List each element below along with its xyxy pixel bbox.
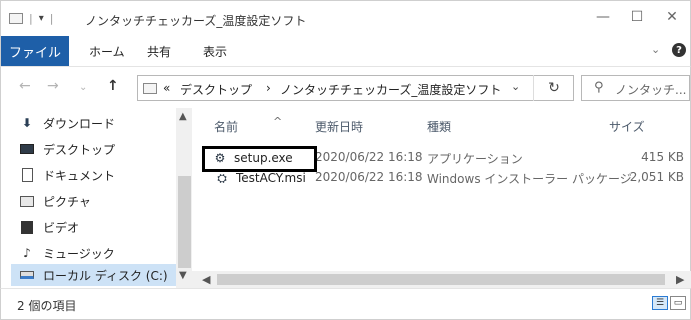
column-header-modified[interactable]: 更新日時	[315, 118, 363, 135]
music-icon: ♪	[23, 246, 31, 260]
toolbar-separator: |	[49, 12, 54, 25]
close-button[interactable]: ✕	[657, 9, 687, 25]
sort-ascending-icon: ^	[273, 115, 283, 128]
nav-item-label: ダウンロード	[43, 116, 116, 131]
nav-item-desktop[interactable]: デスクトップ	[19, 138, 115, 160]
large-icons-view-icon[interactable]: ▭	[670, 296, 686, 310]
tab-share[interactable]: 共有	[147, 43, 171, 60]
file-size: 415 KB	[641, 150, 684, 164]
nav-item-music[interactable]: ♪ ミュージック	[19, 242, 115, 264]
chevron-down-icon[interactable]: ⌄	[651, 43, 660, 56]
maximize-button[interactable]: ☐	[622, 9, 652, 25]
nav-item-pictures[interactable]: ピクチャ	[19, 190, 91, 212]
file-list: 名前 ^ 更新日時 種類 サイズ ⚙ setup.exe 2020/06/22 …	[192, 108, 691, 288]
file-modified: 2020/06/22 16:18	[315, 170, 423, 184]
breadcrumb-separator[interactable]: ›	[266, 81, 271, 95]
toolbar-separator: |	[29, 12, 33, 25]
navigation-bar: ← → ⌄ ↑ « デスクトップ › ノンタッチチェッカーズ_温度設定ソフト ⌄…	[0, 66, 691, 108]
breadcrumb-current-folder[interactable]: ノンタッチチェッカーズ_温度設定ソフト	[280, 81, 501, 98]
file-type: アプリケーション	[427, 152, 523, 166]
nav-item-documents[interactable]: ドキュメント	[19, 164, 115, 186]
search-input[interactable]: ⚲ ノンタッチ...	[581, 75, 690, 101]
video-icon	[19, 220, 35, 234]
nav-item-label: ピクチャ	[43, 194, 91, 209]
back-arrow-icon[interactable]: ←	[19, 78, 31, 94]
item-count: 2 個の項目	[17, 299, 77, 313]
file-type: Windows インストーラー パッケージ	[427, 172, 632, 186]
breadcrumb-overflow[interactable]: «	[163, 81, 170, 95]
file-name-cell[interactable]: ⛭ TestACY.msi	[214, 170, 306, 186]
column-header-label: 名前	[214, 120, 239, 134]
column-header-type[interactable]: 種類	[427, 118, 451, 135]
search-icon: ⚲	[594, 80, 604, 95]
address-dropdown-icon[interactable]: ⌄	[511, 80, 520, 93]
nav-item-downloads[interactable]: ⬇ ダウンロード	[19, 112, 115, 134]
tab-home[interactable]: ホーム	[89, 43, 125, 60]
nav-item-videos[interactable]: ビデオ	[19, 216, 79, 238]
column-header-size[interactable]: サイズ	[609, 118, 645, 135]
help-icon[interactable]: ?	[672, 43, 686, 57]
pictures-icon	[19, 194, 35, 208]
recent-locations-icon[interactable]: ⌄	[79, 82, 87, 93]
file-size: 2,051 KB	[629, 170, 684, 184]
msi-package-icon: ⛭	[217, 170, 227, 185]
column-header-name[interactable]: 名前 ^	[214, 115, 282, 135]
folder-icon	[9, 13, 23, 24]
document-icon	[19, 168, 35, 182]
desktop-icon	[19, 142, 35, 156]
local-disk-icon	[19, 268, 35, 282]
scrollbar-thumb[interactable]	[217, 274, 665, 285]
tab-view[interactable]: 表示	[203, 43, 227, 60]
nav-pane-scrollbar[interactable]: ▲ ▼	[176, 108, 193, 288]
search-placeholder: ノンタッチ...	[615, 83, 687, 97]
address-bar[interactable]: « デスクトップ › ノンタッチチェッカーズ_温度設定ソフト ⌄	[137, 75, 574, 101]
download-icon: ⬇	[21, 116, 33, 130]
folder-icon	[143, 83, 157, 94]
window-title: ノンタッチチェッカーズ_温度設定ソフト	[85, 14, 307, 28]
scrollbar-thumb[interactable]	[178, 176, 191, 268]
nav-item-label: ビデオ	[43, 220, 80, 235]
nav-item-label: ローカル ディスク (C:)	[43, 268, 168, 283]
ribbon-tabs: ファイル ホーム 共有 表示 ⌄ ?	[0, 36, 691, 66]
quick-access-toolbar: | ▾ |	[9, 12, 53, 25]
nav-item-label: デスクトップ	[43, 142, 116, 157]
nav-item-label: ドキュメント	[43, 168, 116, 183]
nav-item-local-disk[interactable]: ローカル ディスク (C:)	[11, 264, 177, 286]
minimize-button[interactable]: —	[588, 9, 618, 25]
file-name: TestACY.msi	[236, 171, 306, 185]
title-bar: | ▾ | ノンタッチチェッカーズ_温度設定ソフト — ☐ ✕	[0, 0, 691, 36]
file-list-scrollbar[interactable]: ◀ ▶	[192, 271, 691, 288]
annotation-highlight-box	[202, 146, 317, 172]
up-arrow-icon[interactable]: ↑	[107, 78, 119, 94]
tab-file[interactable]: ファイル	[1, 36, 69, 66]
file-modified: 2020/06/22 16:18	[315, 150, 423, 164]
quick-access-dropdown-icon[interactable]: ▾	[39, 13, 44, 24]
details-view-icon[interactable]: ☰	[652, 296, 668, 310]
breadcrumb-desktop[interactable]: デスクトップ	[180, 81, 252, 98]
navigation-pane: ⬇ ダウンロード デスクトップ ドキュメント ピクチャ ビデオ ♪ ミュージック…	[0, 108, 193, 288]
forward-arrow-icon[interactable]: →	[47, 78, 59, 94]
scroll-down-icon[interactable]: ▼	[179, 270, 187, 281]
refresh-icon[interactable]: ↻	[533, 75, 574, 101]
status-bar: 2 個の項目 ☰ ▭	[0, 288, 691, 320]
scroll-up-icon[interactable]: ▲	[179, 111, 187, 122]
scroll-right-icon[interactable]: ▶	[676, 273, 684, 286]
scroll-left-icon[interactable]: ◀	[202, 273, 210, 286]
nav-item-label: ミュージック	[43, 246, 115, 261]
